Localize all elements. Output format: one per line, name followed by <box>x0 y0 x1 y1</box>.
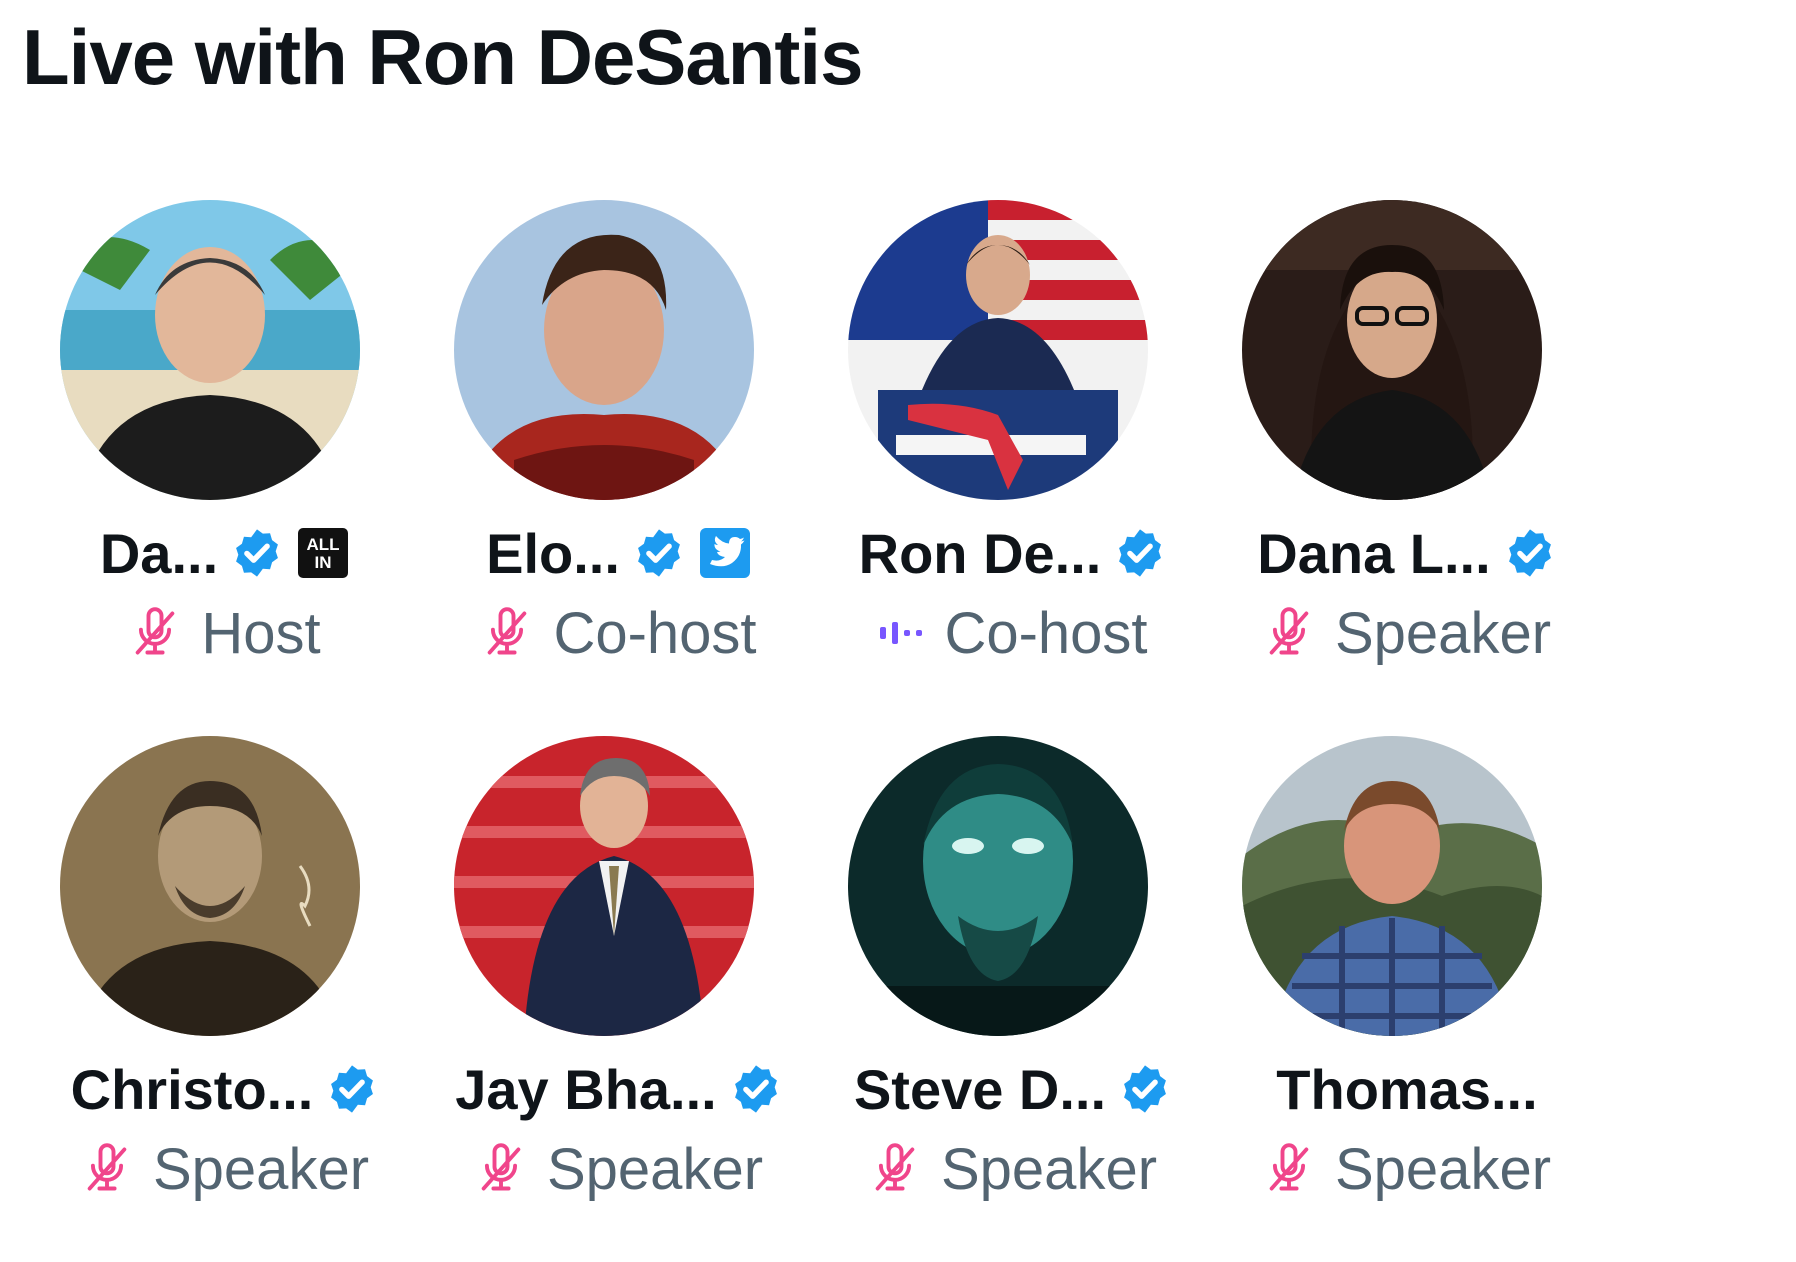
speaker-role: Co-host <box>553 600 757 666</box>
verified-badge-icon <box>1124 1065 1166 1113</box>
all-in-badge-icon: ALL IN <box>298 528 349 578</box>
speaker-name: Ron De... <box>858 521 1102 585</box>
speaking-bars-icon <box>880 622 923 644</box>
mic-muted-icon <box>136 607 175 655</box>
speaker-role: Speaker <box>152 1136 370 1202</box>
mic-muted-icon <box>488 607 527 655</box>
speaker-name: Jay Bha... <box>455 1057 717 1121</box>
verified-badge-icon <box>734 1065 777 1113</box>
verified-badge-icon <box>236 529 279 577</box>
speaker-name: Steve D... <box>853 1057 1107 1121</box>
avatar[interactable] <box>454 736 754 1036</box>
speaker-name: Da... <box>99 521 219 585</box>
verified-badge-icon <box>1119 529 1162 577</box>
avatar[interactable] <box>1242 200 1542 500</box>
twitter-badge-icon <box>699 528 750 578</box>
speaker-role: Co-host <box>944 600 1148 666</box>
avatar[interactable] <box>60 736 360 1036</box>
avatar[interactable] <box>848 736 1148 1036</box>
speaker-role: Speaker <box>1334 1136 1552 1202</box>
speaker-role: Speaker <box>546 1136 764 1202</box>
avatar[interactable] <box>848 200 1148 500</box>
speaker-role: Host <box>201 600 321 666</box>
avatar[interactable] <box>1242 736 1542 1036</box>
mic-muted-icon <box>875 1143 915 1191</box>
verified-badge-icon <box>637 529 680 577</box>
mic-muted-icon <box>1269 607 1309 655</box>
mic-muted-icon <box>1269 1143 1309 1191</box>
speaker-role: Speaker <box>940 1136 1158 1202</box>
speaker-name: Thomas... <box>1276 1057 1538 1121</box>
avatar[interactable] <box>60 200 360 500</box>
mic-muted-icon <box>481 1143 521 1191</box>
speaker-role: Speaker <box>1334 600 1552 666</box>
verified-badge-icon <box>1508 529 1551 577</box>
verified-badge-icon <box>331 1065 374 1113</box>
mic-muted-icon <box>87 1143 127 1191</box>
space-title: Live with Ron DeSantis <box>22 13 863 101</box>
avatar[interactable] <box>454 200 754 500</box>
speaker-name: Elo... <box>486 521 620 585</box>
speaker-name: Christo... <box>70 1057 314 1121</box>
speaker-name: Dana L... <box>1257 521 1491 585</box>
